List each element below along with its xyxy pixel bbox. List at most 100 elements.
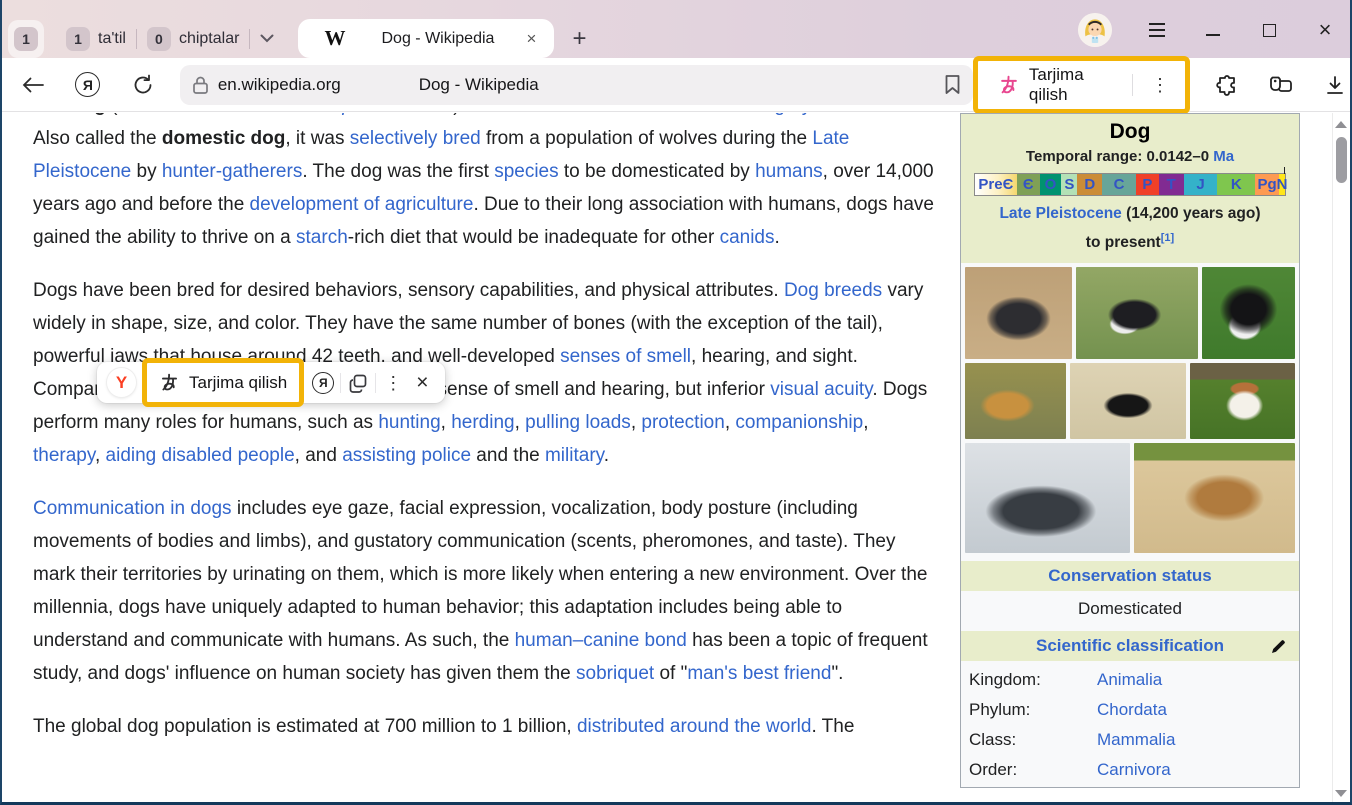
article-link[interactable]: starch <box>296 227 348 248</box>
browser-menu-icon[interactable] <box>1146 19 1168 41</box>
taxonomy-value-link[interactable]: Mammalia <box>1097 730 1175 749</box>
profile-avatar[interactable] <box>1078 13 1112 47</box>
article-link[interactable]: species <box>494 161 558 182</box>
dog-photo[interactable] <box>965 443 1130 553</box>
timescale-segment-P[interactable]: P <box>1136 174 1159 195</box>
reference-link[interactable]: [1] <box>1161 232 1174 244</box>
article-link[interactable]: human–canine bond <box>515 630 687 651</box>
taxonomy-rank: Phylum: <box>961 695 1089 725</box>
timescale-segment-Є[interactable]: Є <box>1017 174 1040 195</box>
taxonomy-row: Order:Carnivora <box>961 755 1299 785</box>
edit-pencil-icon[interactable] <box>1270 638 1287 655</box>
dog-photo[interactable] <box>1070 363 1186 439</box>
article-link[interactable]: canids <box>720 227 775 248</box>
article-link[interactable]: humans <box>755 161 823 182</box>
dog-photo[interactable] <box>965 363 1066 439</box>
scroll-down-arrow-icon[interactable] <box>1335 790 1347 797</box>
address-bar[interactable]: en.wikipedia.org Dog - Wikipedia <box>180 65 973 105</box>
article-link[interactable]: gray wolf <box>774 113 850 116</box>
selection-translate-popup: Y Tarjima qilish Я ⋮ × <box>97 362 445 403</box>
dog-photo[interactable] <box>1134 443 1295 553</box>
article-link[interactable]: selectively bred <box>350 128 481 149</box>
tab-close-icon[interactable]: × <box>521 27 543 51</box>
article-link[interactable]: man's best friend <box>687 663 831 684</box>
popup-translate-label[interactable]: Tarjima qilish <box>189 373 287 393</box>
article-link[interactable]: aiding disabled people <box>106 445 295 466</box>
taxonomy-rank: Kingdom: <box>961 665 1089 695</box>
timescale-label: C <box>1114 176 1125 193</box>
article-link[interactable]: Dog breeds <box>784 280 882 301</box>
taxonomy-value-link[interactable]: Carnivora <box>1097 760 1171 779</box>
dog-photo[interactable] <box>1190 363 1295 439</box>
tab-group-tatil[interactable]: 1 ta'til <box>56 27 136 51</box>
ma-link[interactable]: Ma <box>1213 148 1234 165</box>
article-link[interactable]: Canis lupus familiaris <box>274 113 454 116</box>
dog-photo[interactable] <box>965 267 1072 359</box>
translate-options-icon[interactable]: ⋮ <box>1143 76 1177 94</box>
extensions-puzzle-icon[interactable] <box>1212 70 1242 100</box>
geologic-timescale[interactable]: PreЄЄOSDCPTJK PgN <box>974 173 1286 196</box>
article-link[interactable]: therapy <box>33 445 95 466</box>
close-window-button[interactable]: × <box>1314 19 1336 41</box>
article-link[interactable]: hunting <box>378 412 440 433</box>
article-link[interactable]: herding <box>451 412 514 433</box>
article-link[interactable]: protection <box>641 412 724 433</box>
article-body: The dog (Canis familiaris or Canis lupus… <box>33 113 934 763</box>
chevron-down-icon[interactable] <box>260 34 274 43</box>
timescale-segment-T[interactable]: T <box>1159 174 1184 195</box>
pinned-tab-counter[interactable]: 1 <box>8 20 44 58</box>
yandex-logo-icon[interactable]: Y <box>107 368 136 397</box>
popup-more-options-icon[interactable]: ⋮ <box>376 374 410 392</box>
minimize-button[interactable] <box>1202 19 1224 41</box>
scroll-up-arrow-icon[interactable] <box>1335 121 1347 128</box>
passwords-key-icon[interactable] <box>1266 70 1296 100</box>
article-link[interactable]: hunter-gatherers <box>162 161 302 182</box>
article-link[interactable]: companionship <box>735 412 863 433</box>
tab-group-chiptalar[interactable]: 0 chiptalar <box>137 27 249 51</box>
late-pleistocene-link[interactable]: Late Pleistocene <box>999 205 1121 222</box>
popup-close-icon[interactable]: × <box>410 371 434 395</box>
article-link[interactable]: distributed around the world <box>577 716 811 737</box>
taxonomy-value-link[interactable]: Chordata <box>1097 700 1167 719</box>
timescale-segment-C[interactable]: C <box>1102 174 1136 195</box>
search-in-yandex-icon[interactable]: Я <box>306 366 340 400</box>
timescale-segment-D[interactable]: D <box>1077 174 1102 195</box>
article-link[interactable]: Canis familiaris <box>117 113 246 116</box>
downloads-icon[interactable] <box>1320 70 1350 100</box>
article-link[interactable]: assisting police <box>342 445 471 466</box>
article-link[interactable]: development of agriculture <box>250 194 474 215</box>
tab-title: Dog - Wikipedia <box>355 30 520 48</box>
maximize-button[interactable] <box>1258 19 1280 41</box>
timescale-segment-PreЄ[interactable]: PreЄ <box>975 174 1017 195</box>
article-link[interactable]: Communication in dogs <box>33 498 232 519</box>
url-domain[interactable]: en.wikipedia.org <box>218 75 341 95</box>
copy-icon[interactable] <box>341 366 375 400</box>
article-link[interactable]: sobriquet <box>576 663 654 684</box>
timescale-segment-O[interactable]: O <box>1040 174 1062 195</box>
yandex-services-icon[interactable]: Я <box>73 70 102 100</box>
reload-icon[interactable] <box>129 70 158 100</box>
dog-photo[interactable] <box>1076 267 1198 359</box>
timescale-segment-J[interactable]: J <box>1184 174 1218 195</box>
bookmark-icon[interactable] <box>944 74 961 95</box>
taxonomy-value-link[interactable]: Animalia <box>1097 670 1162 689</box>
new-tab-button[interactable]: + <box>566 25 592 53</box>
timescale-segment-N[interactable]: N <box>1279 174 1285 195</box>
article-link[interactable]: senses of smell <box>560 346 691 367</box>
back-icon[interactable] <box>18 70 47 100</box>
article-link[interactable]: military <box>545 445 604 466</box>
dog-photo[interactable] <box>1202 267 1295 359</box>
tab-dog-wikipedia[interactable]: W Dog - Wikipedia × <box>298 19 554 58</box>
conservation-status-header: Conservation status <box>961 561 1299 591</box>
article-text: , <box>515 412 526 433</box>
article-link[interactable]: pulling loads <box>525 412 631 433</box>
timescale-segment-K[interactable]: K <box>1217 174 1255 195</box>
timescale-label: K <box>1231 176 1242 193</box>
article-link[interactable]: visual acuity <box>770 379 872 400</box>
timescale-segment-Pg[interactable]: Pg <box>1255 174 1279 195</box>
page-scrollbar[interactable] <box>1332 113 1349 805</box>
scrollbar-thumb[interactable] <box>1336 137 1347 183</box>
translate-page-button[interactable]: Tarjima qilish ⋮ <box>984 61 1185 109</box>
timescale-segment-S[interactable]: S <box>1061 174 1077 195</box>
divider <box>249 29 250 49</box>
